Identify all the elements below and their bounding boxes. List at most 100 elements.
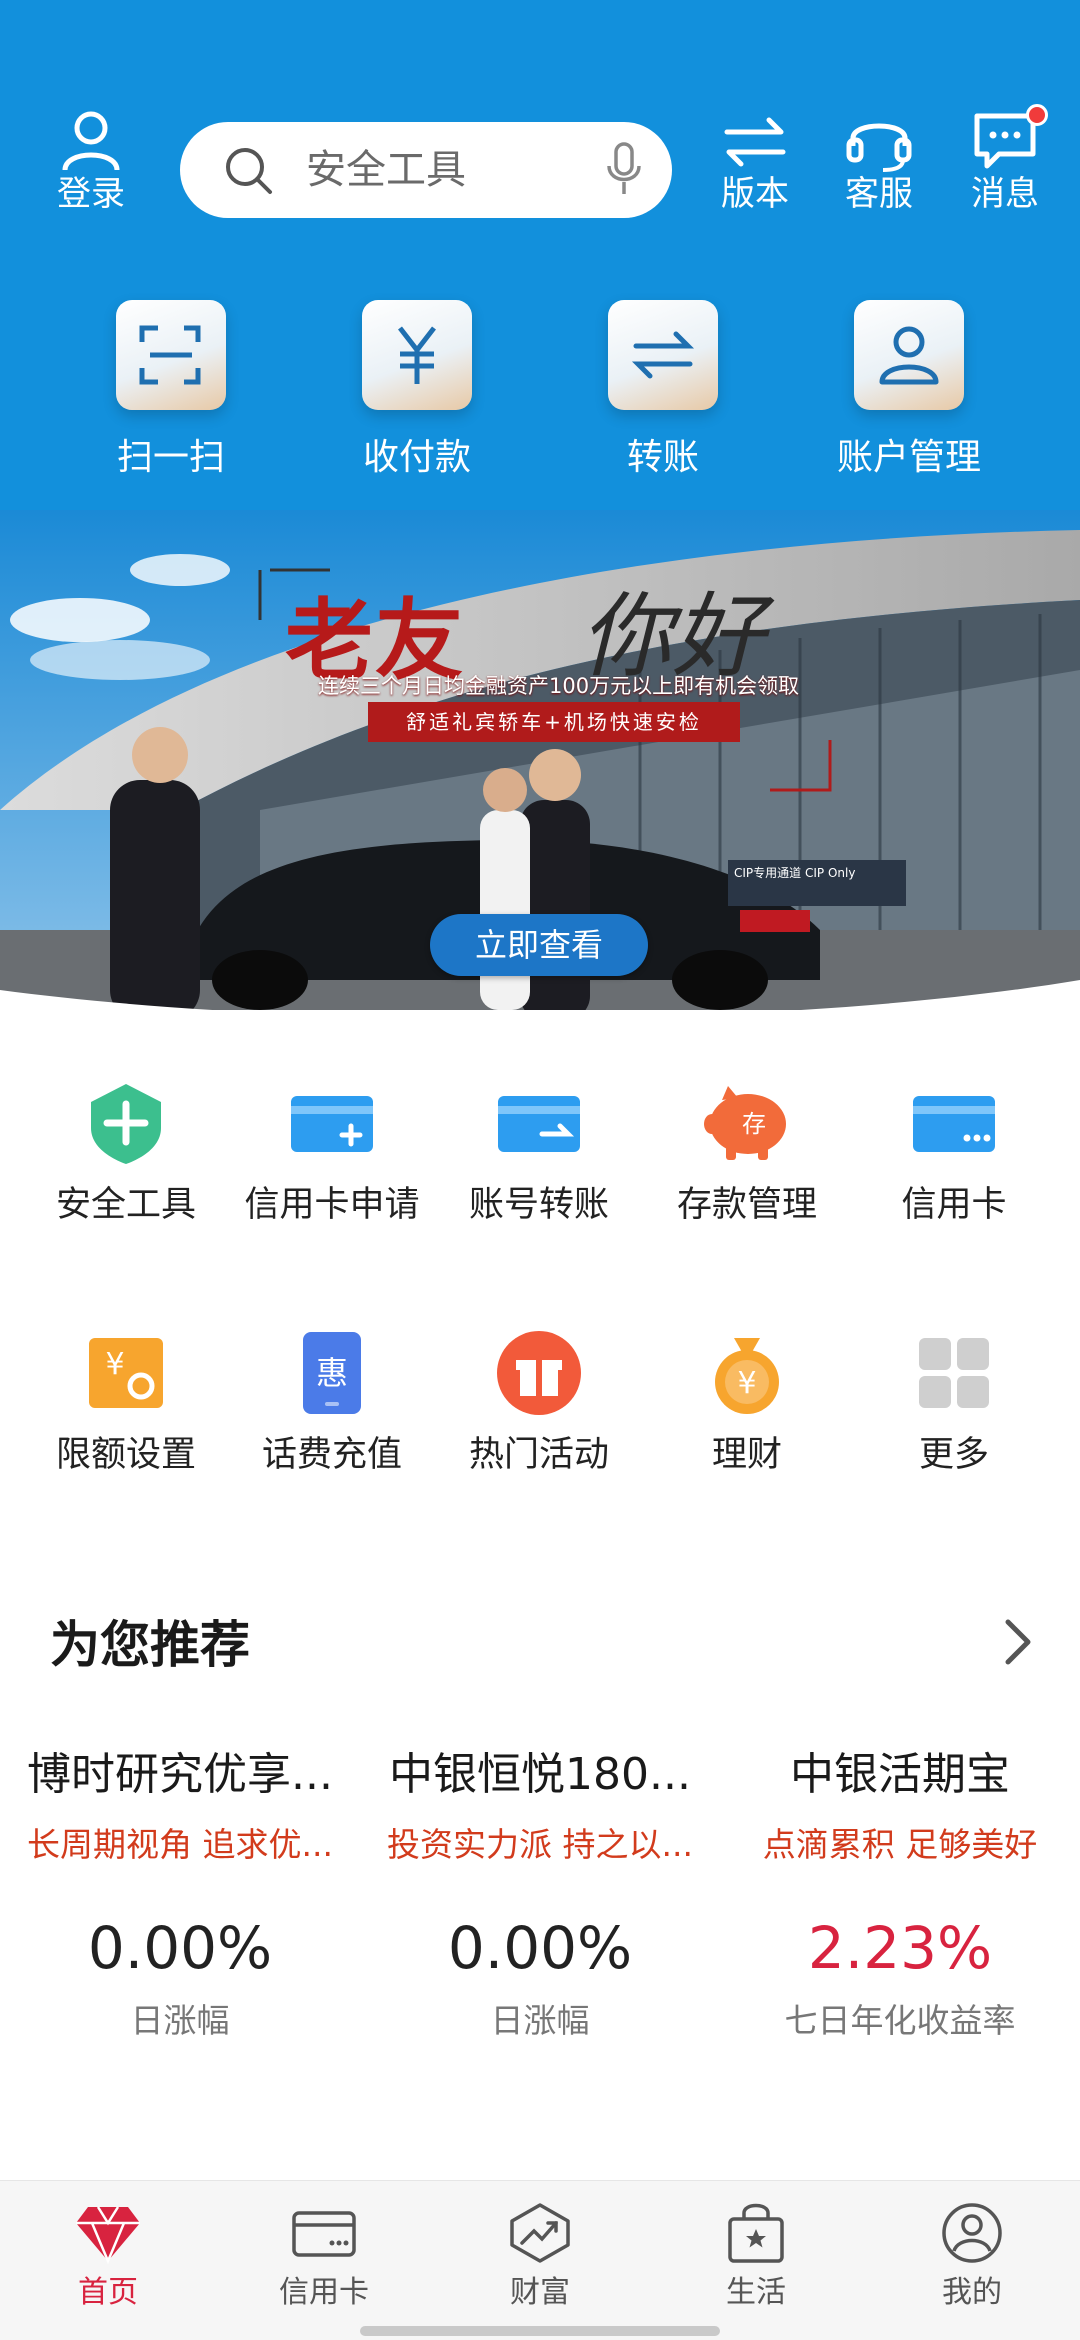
login-label: 登录 xyxy=(57,174,125,214)
search-bar[interactable]: 安全工具 xyxy=(180,122,672,218)
service-security-tools[interactable]: 安全工具 xyxy=(23,1080,229,1226)
account-icon xyxy=(879,326,939,385)
profile-icon xyxy=(942,2203,1002,2263)
service-credit-card[interactable]: 信用卡 xyxy=(851,1080,1057,1226)
quick-action-payment[interactable]: 收付款 xyxy=(307,300,527,480)
diamond-icon xyxy=(76,2206,140,2265)
version-button[interactable]: 版本 xyxy=(700,110,810,214)
yuan-icon xyxy=(398,326,436,384)
shield-plus-icon xyxy=(91,1084,161,1164)
tab-label: 财富 xyxy=(510,2275,570,2310)
login-button[interactable]: 登录 xyxy=(36,110,146,214)
version-label: 版本 xyxy=(721,174,789,214)
product-card[interactable]: 中银活期宝 点滴累积 足够美好 2.23% 七日年化收益率 xyxy=(720,1748,1080,2042)
banner-subtitle: 连续三个月日均金融资产100万元以上即有机会领取 xyxy=(318,674,800,698)
svg-text:存: 存 xyxy=(742,1110,766,1138)
service-label: 信用卡 xyxy=(901,1185,1007,1225)
product-metric: 七日年化收益率 xyxy=(784,2001,1016,2040)
user-icon xyxy=(62,111,120,171)
banner-tag: 舒适礼宾轿车+机场快速安检 xyxy=(368,702,740,742)
service-label: 存款管理 xyxy=(676,1185,817,1225)
chevron-right-icon[interactable] xyxy=(998,1614,1038,1670)
tab-profile[interactable]: 我的 xyxy=(864,2201,1080,2311)
service-label: 理财 xyxy=(711,1435,782,1475)
product-desc: 投资实力派 持之以... xyxy=(387,1825,693,1864)
tab-life[interactable]: 生活 xyxy=(648,2201,864,2311)
quick-action-label: 转账 xyxy=(626,437,699,478)
header: 登录 安全工具 版本 客服 消息 扫一扫 收付款 转账 账户管理 老友 你好 连… xyxy=(0,0,1080,1010)
banner-view-now-button[interactable]: 立即查看 xyxy=(430,914,648,976)
tab-home[interactable]: 首页 xyxy=(0,2201,216,2311)
customer-service-button[interactable]: 客服 xyxy=(824,110,934,214)
service-deposit-management[interactable]: 存 存款管理 xyxy=(644,1080,850,1226)
tab-credit-card[interactable]: 信用卡 xyxy=(216,2201,432,2311)
card-transfer-icon xyxy=(498,1096,580,1152)
service-wealth-management[interactable]: ¥ 理财 xyxy=(644,1330,850,1476)
transfer-icon xyxy=(631,331,695,379)
service-credit-card-apply[interactable]: 信用卡申请 xyxy=(229,1080,435,1226)
product-value: 0.00% xyxy=(447,1914,633,1982)
tab-wealth[interactable]: 财富 xyxy=(432,2201,648,2311)
top-bar: 登录 安全工具 版本 客服 消息 xyxy=(0,104,1080,230)
service-label: 话费充值 xyxy=(261,1435,402,1475)
svg-text:惠: 惠 xyxy=(316,1354,348,1392)
product-title: 博时研究优享... xyxy=(27,1749,333,1800)
headset-icon xyxy=(846,123,912,172)
service-label: 信用卡申请 xyxy=(244,1185,420,1225)
search-input[interactable]: 安全工具 xyxy=(306,146,466,194)
grid-more-icon xyxy=(919,1338,989,1408)
banner-cip-sign: CIP专用通道 CIP Only xyxy=(728,860,906,906)
money-bag-icon: ¥ xyxy=(715,1338,779,1414)
shopping-bag-icon xyxy=(728,2203,784,2263)
quick-action-account[interactable]: 账户管理 xyxy=(799,300,1019,480)
svg-text:¥: ¥ xyxy=(105,1347,124,1382)
home-indicator[interactable] xyxy=(360,2326,720,2336)
quick-action-label: 扫一扫 xyxy=(116,437,225,478)
service-hot-events[interactable]: 热门活动 xyxy=(436,1330,642,1476)
quick-action-label: 收付款 xyxy=(362,437,471,478)
product-metric: 日涨幅 xyxy=(130,2001,230,2040)
tab-label: 信用卡 xyxy=(279,2275,369,2310)
search-icon xyxy=(226,148,272,194)
service-label: 热门活动 xyxy=(468,1435,609,1475)
service-label: 限额设置 xyxy=(55,1435,196,1475)
tab-label: 我的 xyxy=(942,2275,1002,2310)
quick-action-transfer[interactable]: 转账 xyxy=(553,300,773,480)
wealth-chart-icon xyxy=(510,2203,570,2263)
card-add-icon xyxy=(291,1096,373,1152)
service-label: 安全工具 xyxy=(55,1185,196,1225)
product-title: 中银恒悦180... xyxy=(389,1749,691,1800)
product-desc: 点滴累积 足够美好 xyxy=(762,1825,1038,1864)
quick-action-label: 账户管理 xyxy=(836,437,981,478)
product-value: 0.00% xyxy=(87,1914,273,1982)
messages-label: 消息 xyxy=(971,174,1039,214)
service-limit-settings[interactable]: ¥ 限额设置 xyxy=(23,1330,229,1476)
microphone-icon[interactable] xyxy=(606,142,642,198)
service-phone-topup[interactable]: 惠 话费充值 xyxy=(229,1330,435,1476)
svg-text:¥: ¥ xyxy=(737,1366,756,1401)
product-card[interactable]: 博时研究优享... 长周期视角 追求优... 0.00% 日涨幅 xyxy=(0,1748,360,2042)
piggy-bank-icon: 存 xyxy=(704,1086,786,1160)
quick-actions: 扫一扫 收付款 转账 账户管理 xyxy=(0,300,1080,490)
scan-icon xyxy=(139,325,201,385)
switch-arrows-icon xyxy=(724,117,786,167)
quick-action-scan[interactable]: 扫一扫 xyxy=(61,300,281,480)
service-more[interactable]: 更多 xyxy=(851,1330,1057,1476)
notification-dot xyxy=(1026,104,1048,126)
tab-label: 生活 xyxy=(726,2275,786,2310)
product-card[interactable]: 中银恒悦180... 投资实力派 持之以... 0.00% 日涨幅 xyxy=(360,1748,720,2042)
product-desc: 长周期视角 追求优... xyxy=(27,1825,333,1864)
messages-button[interactable]: 消息 xyxy=(950,104,1060,214)
product-title: 中银活期宝 xyxy=(790,1749,1010,1800)
service-label: 客服 xyxy=(845,174,913,214)
product-value: 2.23% xyxy=(807,1914,993,1982)
service-label: 账号转账 xyxy=(468,1185,609,1225)
bottom-tab-bar: 首页 信用卡 财富 生活 我的 xyxy=(0,2180,1080,2340)
service-label: 更多 xyxy=(918,1435,989,1475)
gift-icon xyxy=(497,1331,581,1415)
phone-topup-icon: 惠 xyxy=(303,1332,361,1414)
service-account-transfer[interactable]: 账号转账 xyxy=(436,1080,642,1226)
credit-card-icon xyxy=(913,1096,995,1152)
card-icon xyxy=(292,2211,356,2257)
promo-banner[interactable]: 老友 你好 连续三个月日均金融资产100万元以上即有机会领取 舒适礼宾轿车+机场… xyxy=(0,510,1080,1010)
